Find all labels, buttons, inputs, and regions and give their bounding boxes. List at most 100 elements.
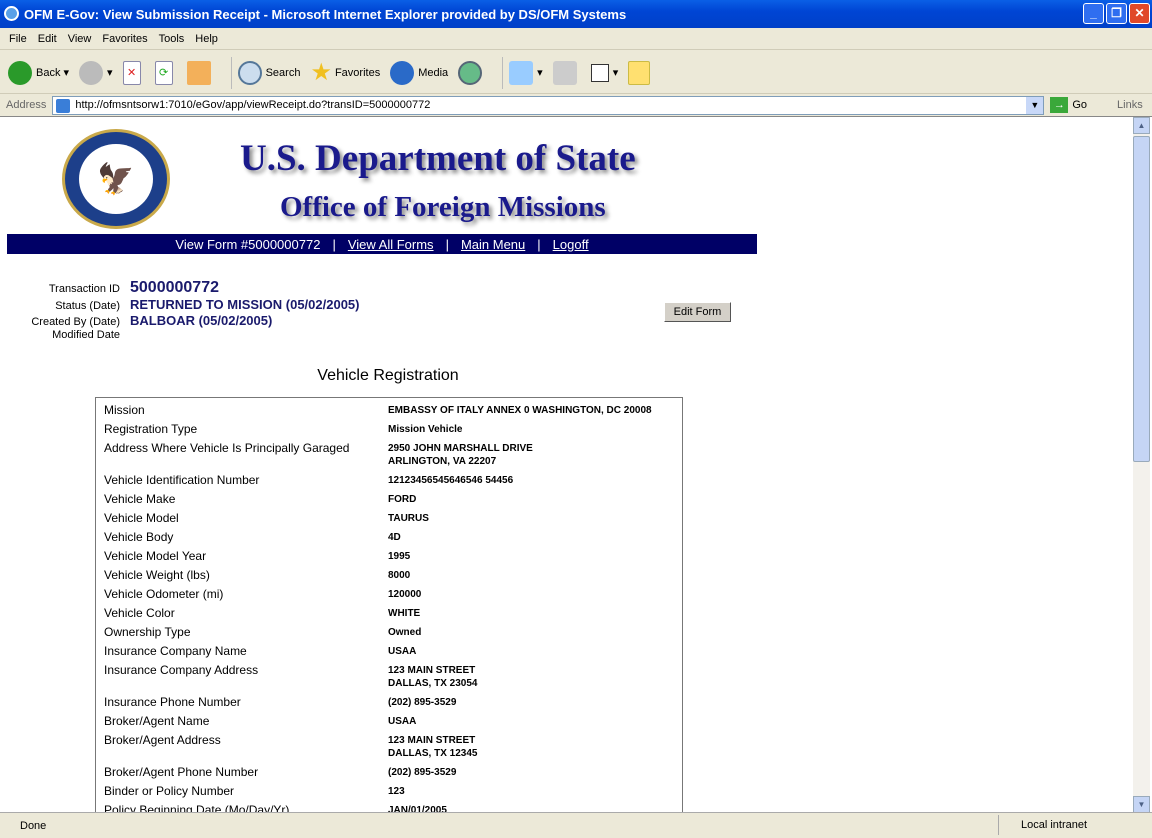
menu-favorites[interactable]: Favorites bbox=[102, 33, 147, 45]
field-value-line: ARLINGTON, VA 22207 bbox=[388, 456, 497, 467]
view-all-forms-link[interactable]: View All Forms bbox=[348, 237, 434, 252]
print-button[interactable] bbox=[552, 60, 581, 85]
mail-icon bbox=[509, 60, 534, 85]
field-label: Vehicle Model bbox=[104, 511, 179, 525]
security-zone: Local intranet bbox=[998, 815, 1087, 835]
field-value-line: (202) 895-3529 bbox=[388, 767, 457, 778]
history-button[interactable] bbox=[458, 60, 486, 85]
favorites-button[interactable]: ★ Favorites bbox=[310, 58, 380, 87]
vertical-scrollbar[interactable]: ▲ ▼ bbox=[1133, 117, 1150, 812]
main-menu-link[interactable]: Main Menu bbox=[461, 237, 525, 252]
scroll-up-arrow[interactable]: ▲ bbox=[1133, 117, 1150, 134]
table-row: Insurance Phone Number (202) 895-3529 bbox=[96, 694, 682, 713]
table-row: Broker/Agent Address 123 MAIN STREET DALLA… bbox=[96, 732, 682, 764]
table-row: Vehicle Model TAURUS bbox=[96, 510, 682, 529]
page-content: 🦅 U.S. Department of State Office of For… bbox=[0, 116, 1152, 812]
notes-button[interactable] bbox=[628, 60, 654, 85]
field-label: Insurance Company Name bbox=[104, 644, 247, 658]
go-button[interactable]: → Go bbox=[1050, 97, 1087, 113]
status-text: Done bbox=[20, 819, 47, 832]
field-value-line: WHITE bbox=[388, 608, 421, 619]
logoff-link[interactable]: Logoff bbox=[553, 237, 589, 252]
refresh-icon: ⟳ bbox=[154, 60, 173, 85]
address-input[interactable]: http://ofmsntsorw1:7010/eGov/app/viewRec… bbox=[52, 95, 1045, 115]
field-value: (202) 895-3529 bbox=[388, 764, 456, 783]
home-button[interactable] bbox=[186, 60, 215, 85]
scroll-down-arrow[interactable]: ▼ bbox=[1133, 796, 1150, 812]
field-value: 1995 bbox=[388, 548, 410, 567]
field-value: USAA bbox=[388, 713, 416, 732]
table-row: Broker/Agent Phone Number (202) 895-3529 bbox=[96, 764, 682, 783]
links-button[interactable]: Links bbox=[1117, 99, 1143, 111]
field-value: 120000 bbox=[388, 586, 421, 605]
media-button[interactable]: Media bbox=[390, 60, 448, 85]
field-label: Ownership Type bbox=[104, 625, 191, 639]
field-value: Owned bbox=[388, 624, 421, 643]
field-value: 8000 bbox=[388, 567, 410, 586]
window-title: OFM E-Gov: View Submission Receipt - Mic… bbox=[24, 6, 627, 22]
table-row: Vehicle Model Year 1995 bbox=[96, 548, 682, 567]
receipt-table: Mission EMBASSY OF ITALY ANNEX 0 WASHINGT… bbox=[95, 397, 683, 812]
table-row: Mission EMBASSY OF ITALY ANNEX 0 WASHINGT… bbox=[96, 402, 682, 421]
field-value-line: JAN/01/2005 bbox=[388, 805, 447, 812]
field-value: WHITE bbox=[388, 605, 420, 624]
forward-button[interactable]: ▾ bbox=[79, 60, 113, 85]
back-button[interactable]: Back ▾ bbox=[8, 60, 69, 85]
field-value-line: 123 MAIN STREET bbox=[388, 665, 476, 676]
field-value: FORD bbox=[388, 491, 416, 510]
table-row: Broker/Agent Name USAA bbox=[96, 713, 682, 732]
table-row: Vehicle Weight (lbs) 8000 bbox=[96, 567, 682, 586]
edit-form-button[interactable]: Edit Form bbox=[664, 302, 731, 322]
scroll-thumb[interactable] bbox=[1133, 136, 1150, 462]
field-value: 123 MAIN STREET DALLAS, TX 12345 bbox=[388, 732, 477, 764]
search-icon bbox=[237, 60, 262, 85]
page-title: U.S. Department of State bbox=[240, 138, 636, 179]
field-label: Mission bbox=[104, 403, 145, 417]
nav-current-form: View Form #5000000772 bbox=[175, 236, 321, 252]
table-row: Ownership Type Owned bbox=[96, 624, 682, 643]
field-value: 2950 JOHN MARSHALL DRIVE ARLINGTON, VA 22… bbox=[388, 440, 533, 472]
edit-button[interactable]: ▾ bbox=[590, 63, 618, 82]
mail-button[interactable]: ▾ bbox=[509, 60, 543, 85]
field-label: Insurance Phone Number bbox=[104, 695, 241, 709]
field-value-line: TAURUS bbox=[388, 513, 429, 524]
word-icon bbox=[590, 63, 609, 82]
field-label: Vehicle Make bbox=[104, 492, 176, 506]
go-arrow-icon: → bbox=[1050, 97, 1069, 113]
home-icon bbox=[186, 60, 211, 85]
stop-button[interactable]: ✕ bbox=[122, 60, 145, 85]
field-label: Vehicle Body bbox=[104, 530, 174, 544]
maximize-button[interactable]: ❐ bbox=[1106, 3, 1127, 24]
field-value-line: 4D bbox=[388, 532, 401, 543]
window-title-bar: OFM E-Gov: View Submission Receipt - Mic… bbox=[0, 0, 1152, 28]
address-dropdown[interactable]: ▼ bbox=[1026, 96, 1044, 114]
field-label: Binder or Policy Number bbox=[104, 784, 235, 798]
menu-tools[interactable]: Tools bbox=[159, 33, 185, 45]
menu-help[interactable]: Help bbox=[195, 33, 218, 45]
field-label: Vehicle Odometer (mi) bbox=[104, 587, 224, 601]
menu-bar: File Edit View Favorites Tools Help bbox=[0, 28, 1152, 50]
table-row: Insurance Company Address 123 MAIN STREET… bbox=[96, 662, 682, 694]
field-value-line: 8000 bbox=[388, 570, 411, 581]
field-value-line: (202) 895-3529 bbox=[388, 697, 457, 708]
refresh-button[interactable]: ⟳ bbox=[154, 60, 177, 85]
minimize-button[interactable]: _ bbox=[1083, 3, 1104, 24]
field-value-line: DALLAS, TX 23054 bbox=[388, 678, 478, 689]
menu-edit[interactable]: Edit bbox=[38, 33, 57, 45]
back-arrow-icon bbox=[8, 60, 32, 85]
menu-view[interactable]: View bbox=[68, 33, 92, 45]
transaction-id: 5000000772 bbox=[130, 279, 219, 296]
field-label: Broker/Agent Address bbox=[104, 733, 221, 747]
media-icon bbox=[390, 60, 415, 85]
close-button[interactable]: ✕ bbox=[1129, 3, 1150, 24]
field-value: 12123456545646546 54456 bbox=[388, 472, 513, 491]
search-button[interactable]: Search bbox=[237, 60, 300, 85]
field-value-line: EMBASSY OF ITALY ANNEX 0 WASHINGTON, DC … bbox=[388, 405, 652, 416]
field-value-line: 123 bbox=[388, 786, 405, 797]
printer-icon bbox=[552, 60, 577, 85]
department-of-state-seal: 🦅 bbox=[62, 129, 170, 229]
field-value: 123 MAIN STREET DALLAS, TX 23054 bbox=[388, 662, 477, 694]
field-value-line: 2950 JOHN MARSHALL DRIVE bbox=[388, 443, 533, 454]
field-value: 123 bbox=[388, 783, 405, 802]
menu-file[interactable]: File bbox=[9, 33, 27, 45]
